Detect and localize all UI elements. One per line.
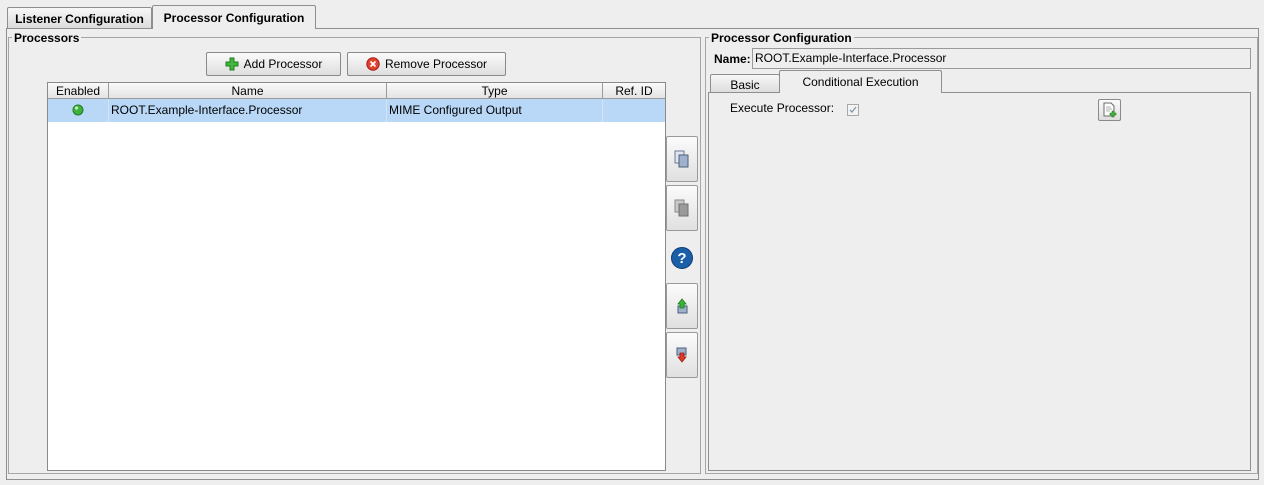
- ref-id-cell: [603, 99, 665, 122]
- name-field[interactable]: ROOT.Example-Interface.Processor: [752, 48, 1251, 69]
- table-row[interactable]: ROOT.Example-Interface.Processor MIME Co…: [48, 99, 665, 122]
- move-up-button[interactable]: [666, 283, 698, 329]
- tab-basic-label: Basic: [730, 78, 760, 92]
- add-processor-label: Add Processor: [243, 57, 323, 71]
- conditional-execution-panel: [708, 92, 1251, 471]
- column-header-type[interactable]: Type: [387, 83, 603, 99]
- remove-processor-button[interactable]: Remove Processor: [347, 52, 506, 76]
- name-label: Name:: [714, 52, 751, 66]
- processor-configuration-title: Processor Configuration: [709, 31, 854, 45]
- remove-icon: [366, 57, 380, 71]
- column-header-ref-id[interactable]: Ref. ID: [603, 83, 665, 99]
- enabled-cell[interactable]: [48, 99, 109, 122]
- enabled-status-icon: [72, 104, 84, 116]
- move-up-icon: [677, 298, 688, 314]
- remove-processor-label: Remove Processor: [384, 57, 488, 71]
- tab-conditional-execution[interactable]: Conditional Execution: [779, 70, 942, 93]
- processors-table: Enabled Name Type Ref. ID ROOT.Example-I…: [47, 82, 666, 471]
- help-icon: ?: [677, 249, 687, 267]
- tab-basic[interactable]: Basic: [710, 74, 780, 93]
- tab-label: Processor Configuration: [163, 11, 305, 25]
- execute-processor-checkbox[interactable]: [847, 104, 859, 116]
- tab-label: Listener Configuration: [15, 12, 144, 26]
- move-down-icon: [676, 347, 687, 363]
- execute-processor-label: Execute Processor:: [730, 101, 835, 115]
- add-icon: [225, 57, 239, 71]
- add-document-icon: [1103, 102, 1116, 118]
- tab-conditional-execution-label: Conditional Execution: [802, 75, 919, 89]
- move-down-button[interactable]: [666, 332, 698, 378]
- copy-icon: [674, 150, 689, 168]
- processors-group-title: Processors: [12, 31, 82, 45]
- type-cell: MIME Configured Output: [387, 99, 603, 122]
- help-button[interactable]: ?: [671, 247, 693, 269]
- tab-processor-configuration[interactable]: Processor Configuration: [152, 5, 316, 29]
- add-condition-button[interactable]: [1098, 99, 1121, 121]
- tab-listener-configuration[interactable]: Listener Configuration: [7, 7, 152, 28]
- paste-processor-button[interactable]: [666, 185, 698, 231]
- paste-icon: [674, 199, 689, 217]
- name-cell: ROOT.Example-Interface.Processor: [109, 99, 387, 122]
- column-header-name[interactable]: Name: [109, 83, 387, 99]
- checkmark-icon: [849, 106, 857, 114]
- column-header-enabled[interactable]: Enabled: [48, 83, 109, 99]
- copy-processor-button[interactable]: [666, 136, 698, 182]
- name-field-value: ROOT.Example-Interface.Processor: [755, 51, 947, 65]
- add-processor-button[interactable]: Add Processor: [206, 52, 341, 76]
